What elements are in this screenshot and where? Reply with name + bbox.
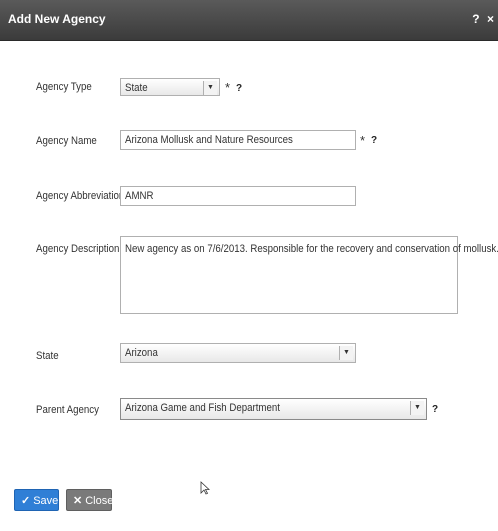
- mouse-cursor-icon: [200, 481, 210, 495]
- help-icon[interactable]: ?: [236, 83, 246, 95]
- agency-abbreviation-input[interactable]: AMNR: [120, 186, 356, 206]
- agency-name-value: Arizona Mollusk and Nature Resources: [125, 134, 293, 146]
- save-button-label: Save: [33, 495, 59, 507]
- required-icon: *: [225, 80, 231, 95]
- agency-description-label: Agency Description: [36, 243, 120, 255]
- agency-type-value: State: [125, 82, 148, 94]
- parent-agency-select[interactable]: Arizona Game and Fish Department ▼: [120, 398, 427, 420]
- chevron-down-icon: ▼: [339, 346, 353, 360]
- state-label: State: [36, 350, 59, 362]
- agency-abbreviation-label: Agency Abbreviation: [36, 190, 125, 202]
- dialog-title: Add New Agency: [8, 12, 106, 26]
- close-button[interactable]: ✕ Close: [66, 489, 114, 511]
- close-icon[interactable]: ×: [487, 12, 494, 26]
- agency-description-textarea[interactable]: New agency as on 7/6/2013. Responsible f…: [120, 236, 498, 314]
- agency-description-value: New agency as on 7/6/2013. Responsible f…: [125, 243, 498, 255]
- agency-abbreviation-value: AMNR: [125, 190, 154, 202]
- chevron-down-icon: ▼: [203, 81, 217, 95]
- agency-type-label: Agency Type: [36, 81, 92, 93]
- required-icon: *: [360, 133, 366, 148]
- help-icon[interactable]: ?: [432, 404, 442, 416]
- save-button[interactable]: ✓ Save: [14, 489, 59, 511]
- help-icon[interactable]: ?: [472, 12, 479, 26]
- titlebar-icons: ? ×: [468, 12, 494, 26]
- state-select[interactable]: Arizona ▼: [120, 343, 356, 363]
- agency-name-label: Agency Name: [36, 135, 97, 147]
- x-icon: ✕: [73, 495, 83, 507]
- check-icon: ✓: [21, 495, 31, 507]
- parent-agency-value: Arizona Game and Fish Department: [125, 402, 280, 414]
- close-button-label: Close: [85, 495, 114, 507]
- parent-agency-label: Parent Agency: [36, 404, 99, 416]
- chevron-down-icon: ▼: [410, 401, 424, 415]
- help-icon[interactable]: ?: [371, 135, 381, 147]
- add-agency-dialog: Add New Agency ? × Agency Type State ▼ *…: [0, 0, 498, 531]
- state-value: Arizona: [125, 347, 158, 359]
- agency-type-select[interactable]: State ▼: [120, 78, 220, 96]
- dialog-titlebar: Add New Agency ? ×: [0, 0, 498, 41]
- agency-name-input[interactable]: Arizona Mollusk and Nature Resources: [120, 130, 356, 150]
